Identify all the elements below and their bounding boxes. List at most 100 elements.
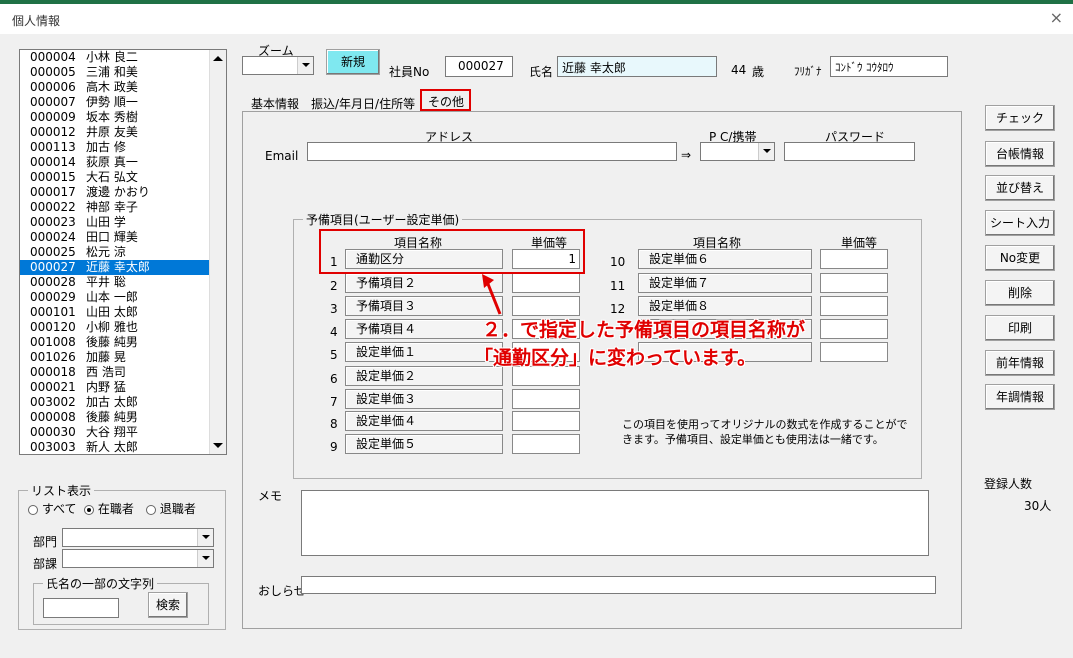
list-item-no: 000014	[30, 155, 76, 169]
side-button[interactable]: 年調情報	[985, 384, 1055, 410]
list-item-name: 伊勢 順一	[86, 95, 138, 109]
list-item-name: 高木 政美	[86, 80, 138, 94]
radio-active-icon[interactable]	[84, 504, 94, 515]
reserve-group-title: 予備項目(ユーザー設定単価)	[303, 211, 463, 228]
list-item[interactable]: 000006 高木 政美	[20, 80, 226, 95]
employee-listbox[interactable]: 000004 小林 良二 000005 三浦 和美 000006 高木 政美 000007 伊…	[19, 49, 227, 455]
scroll-down-icon[interactable]	[213, 443, 223, 448]
list-item-name: 新人 太郎	[86, 440, 138, 454]
right-item-price-input[interactable]	[820, 273, 888, 293]
side-button[interactable]: 並び替え	[985, 175, 1055, 201]
list-item[interactable]: 000025 松元 涼	[20, 245, 226, 260]
list-item-name: 神部 幸子	[86, 200, 138, 214]
commute-row-highlight	[319, 229, 585, 274]
left-item-price-input[interactable]	[512, 296, 580, 316]
list-item[interactable]: 000028 平井 聡	[20, 275, 226, 290]
chevron-down-icon[interactable]	[297, 57, 313, 74]
zoom-select[interactable]	[242, 56, 314, 75]
list-item[interactable]: 000024 田口 輝美	[20, 230, 226, 245]
right-row-index: 11	[610, 279, 626, 293]
chevron-down-icon[interactable]	[197, 529, 213, 546]
radio-all-icon[interactable]	[28, 504, 38, 515]
side-button[interactable]: No変更	[985, 245, 1055, 271]
notice-input[interactable]	[301, 576, 936, 594]
list-item[interactable]: 000027 近藤 幸太郎	[20, 260, 226, 275]
name-search-input[interactable]	[43, 598, 119, 618]
list-item[interactable]: 000008 後藤 純男	[20, 410, 226, 425]
right-item-name-field[interactable]: 設定単価８	[638, 296, 812, 316]
right-item-price-input[interactable]	[820, 319, 888, 339]
left-item-price-input[interactable]	[512, 273, 580, 293]
list-item[interactable]: 000021 内野 猛	[20, 380, 226, 395]
left-item-price-input[interactable]	[512, 411, 580, 431]
right-item-price-input[interactable]	[820, 342, 888, 362]
chevron-down-icon[interactable]	[197, 550, 213, 567]
list-item[interactable]: 000018 西 浩司	[20, 365, 226, 380]
right-item-price-input[interactable]	[820, 296, 888, 316]
list-item-name: 大谷 翔平	[86, 425, 138, 439]
title-bar: 個人情報 ×	[0, 4, 1073, 34]
list-item[interactable]: 003002 加古 太郎	[20, 395, 226, 410]
list-item[interactable]: 001008 後藤 純男	[20, 335, 226, 350]
scroll-up-icon[interactable]	[213, 56, 223, 61]
side-button[interactable]: 印刷	[985, 315, 1055, 341]
left-item-price-input[interactable]	[512, 434, 580, 454]
new-button[interactable]: 新規	[326, 49, 380, 75]
left-item-name-field[interactable]: 設定単価３	[345, 389, 503, 409]
callout-arrow-icon	[482, 274, 502, 315]
name-field[interactable]: 近藤 幸太郎	[557, 56, 717, 77]
password-input[interactable]	[784, 142, 915, 161]
list-item[interactable]: 000113 加古 修	[20, 140, 226, 155]
list-item[interactable]: 000022 神部 幸子	[20, 200, 226, 215]
list-item[interactable]: 000023 山田 学	[20, 215, 226, 230]
list-item[interactable]: 000012 井原 友美	[20, 125, 226, 140]
email-address-input[interactable]	[307, 142, 677, 161]
section-select[interactable]	[62, 549, 214, 568]
list-item-name: 松元 涼	[86, 245, 126, 259]
list-item[interactable]: 000017 渡邊 かおり	[20, 185, 226, 200]
left-item-name-field[interactable]: 予備項目４	[345, 319, 503, 339]
side-button[interactable]: チェック	[985, 105, 1055, 131]
radio-active[interactable]: 在職者	[84, 500, 134, 517]
radio-retired[interactable]: 退職者	[146, 500, 196, 517]
search-button[interactable]: 検索	[148, 592, 188, 618]
right-item-price-input[interactable]	[820, 249, 888, 269]
window-title: 個人情報	[12, 14, 61, 28]
list-item[interactable]: 000120 小柳 雅也	[20, 320, 226, 335]
list-item[interactable]: 003003 新人 太郎	[20, 440, 226, 454]
side-button[interactable]: 前年情報	[985, 350, 1055, 376]
right-item-name-field[interactable]: 設定単価６	[638, 249, 812, 269]
radio-retired-icon[interactable]	[146, 504, 156, 515]
list-item[interactable]: 000029 山本 一郎	[20, 290, 226, 305]
list-item[interactable]: 001026 加藤 晃	[20, 350, 226, 365]
list-item[interactable]: 000030 大谷 翔平	[20, 425, 226, 440]
furigana-field[interactable]: ｺﾝﾄﾞｳ ｺｳﾀﾛｳ	[830, 56, 948, 77]
list-item[interactable]: 000009 坂本 秀樹	[20, 110, 226, 125]
memo-textarea[interactable]	[301, 490, 929, 556]
left-item-name-field[interactable]: 設定単価５	[345, 434, 503, 454]
side-button[interactable]: シート入力	[985, 210, 1055, 236]
list-item-no: 001026	[30, 350, 76, 364]
left-item-name-field[interactable]: 設定単価４	[345, 411, 503, 431]
list-item-name: 田口 輝美	[86, 230, 138, 244]
close-icon[interactable]: ×	[1050, 8, 1063, 27]
list-item-no: 000027	[30, 260, 76, 274]
dept-select[interactable]	[62, 528, 214, 547]
section-label: 部課	[33, 557, 58, 571]
list-item[interactable]: 000101 山田 太郎	[20, 305, 226, 320]
pc-mobile-select[interactable]	[700, 142, 775, 161]
side-button[interactable]: 削除	[985, 280, 1055, 306]
list-item[interactable]: 000014 荻原 真一	[20, 155, 226, 170]
chevron-down-icon[interactable]	[758, 143, 774, 160]
list-scrollbar[interactable]	[209, 50, 226, 454]
left-item-price-input[interactable]	[512, 389, 580, 409]
radio-all[interactable]: すべて	[28, 500, 77, 517]
list-item[interactable]: 000015 大石 弘文	[20, 170, 226, 185]
side-button[interactable]: 台帳情報	[985, 141, 1055, 167]
list-item[interactable]: 000005 三浦 和美	[20, 65, 226, 80]
list-item[interactable]: 000004 小林 良二	[20, 50, 226, 65]
right-item-name-field[interactable]: 設定単価７	[638, 273, 812, 293]
list-item-no: 000113	[30, 140, 76, 154]
list-item[interactable]: 000007 伊勢 順一	[20, 95, 226, 110]
emp-no-field[interactable]: 000027	[445, 56, 513, 77]
